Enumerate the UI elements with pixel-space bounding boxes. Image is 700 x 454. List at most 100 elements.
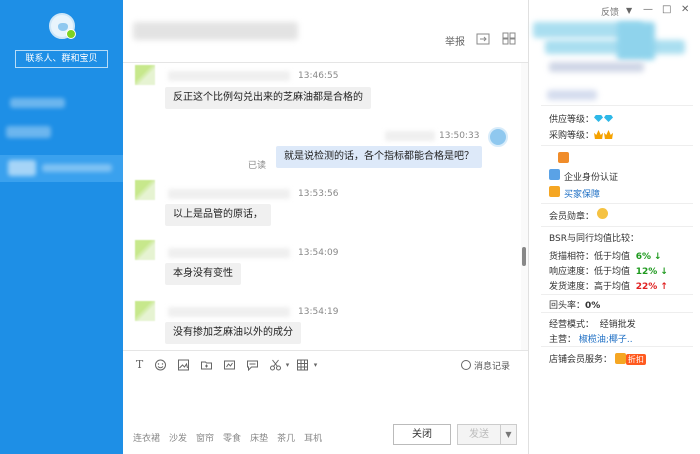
message-input[interactable]: 连衣裙 沙发 窗帘 零食 床垫 茶几 耳机 关闭 发送 ▼ <box>123 376 528 454</box>
quick-tag[interactable]: 耳机 <box>304 434 322 444</box>
emoji-icon[interactable] <box>154 359 167 371</box>
quick-tag[interactable]: 零食 <box>223 434 241 444</box>
minimize-icon[interactable]: — <box>643 4 653 15</box>
quick-tags: 连衣裙 沙发 窗帘 零食 床垫 茶几 耳机 <box>133 431 331 444</box>
metric-label: 货描相符： <box>549 252 595 262</box>
discount-badge[interactable]: 折扣 <box>625 354 646 365</box>
user-avatar[interactable] <box>49 13 76 39</box>
main-business: 主营： 椒榄油;椰子.. <box>549 332 633 345</box>
contact-preview <box>42 164 112 172</box>
arrow-up-icon: ↑ <box>660 282 668 292</box>
message-time: 13:50:33 <box>439 131 480 141</box>
business-mode: 经营模式： 经销批发 <box>549 317 636 330</box>
read-status: 已读 <box>248 161 267 171</box>
message-bubble: 本身没有变性 <box>165 263 241 285</box>
chat-header: 举报 <box>123 0 528 63</box>
message-scrollbar[interactable] <box>521 63 528 350</box>
contact-avatar <box>135 180 155 200</box>
avatar-face-icon <box>58 23 68 31</box>
arrow-down-icon: ↓ <box>653 252 662 262</box>
chevron-down-icon[interactable]: ▼ <box>500 425 516 444</box>
contacts-sidebar: 联系人、群和宝贝 <box>0 0 123 454</box>
screenshot-icon[interactable] <box>223 359 236 371</box>
message-time: 13:46:55 <box>298 71 339 81</box>
buyer-protection-icon <box>549 186 560 197</box>
message-bubble: 没有掺加芝麻油以外的成分 <box>165 322 301 344</box>
divider <box>541 226 693 227</box>
metric-row: 发货速度：高于均值 22% ↑ <box>549 279 668 292</box>
business-mode-label: 经营模式： <box>549 320 595 330</box>
contact-item-selected[interactable] <box>0 155 123 182</box>
metric-label: 响应速度： <box>549 267 595 277</box>
close-button[interactable]: 关闭 <box>393 424 451 445</box>
contact-search-field[interactable]: 联系人、群和宝贝 <box>15 50 108 68</box>
chevron-down-icon[interactable]: ▾ <box>281 359 294 371</box>
message-bubble-icon[interactable] <box>246 359 259 371</box>
maximize-icon[interactable]: □ <box>662 4 671 15</box>
divider <box>541 294 693 295</box>
message-history-button[interactable]: 消息记录 <box>461 359 510 372</box>
history-label: 消息记录 <box>474 362 511 372</box>
seller-logo <box>617 22 655 60</box>
quick-tag[interactable]: 连衣裙 <box>133 434 160 444</box>
folder-icon[interactable] <box>200 359 213 371</box>
divider <box>541 312 693 313</box>
quick-tag[interactable]: 茶几 <box>277 434 295 444</box>
buyer-protection-link[interactable]: 买家保障 <box>564 187 600 200</box>
bsr-title: BSR与同行均值比较： <box>549 234 639 244</box>
divider <box>541 346 693 347</box>
contact-item[interactable] <box>6 126 51 138</box>
input-toolbar: T ▾ ▾ 消息记录 <box>123 350 528 376</box>
window-topbar: 反馈 ▼ — □ ✕ <box>529 0 700 22</box>
store-member-label: 店铺会员服务： <box>549 355 613 365</box>
message-list[interactable]: 13:46:55 反正这个比例勾兑出来的芝麻油都是合格的 13:50:33 已读… <box>123 63 521 350</box>
report-button[interactable]: 举报 <box>445 33 465 48</box>
image-icon[interactable] <box>177 359 190 371</box>
table-icon[interactable] <box>296 359 309 371</box>
repeat-rate-label: 回头率： <box>549 301 586 311</box>
contact-item[interactable] <box>10 98 65 108</box>
quick-tag[interactable]: 窗帘 <box>196 434 214 444</box>
chat-contact-name <box>133 22 298 40</box>
business-mode-value: 经销批发 <box>599 320 636 330</box>
metric-value: 22% <box>635 282 658 292</box>
divider <box>541 145 693 146</box>
dropdown-arrow-icon[interactable]: ▼ <box>626 6 632 15</box>
apps-grid-icon[interactable] <box>502 32 516 45</box>
main-business-label: 主营： <box>549 335 577 345</box>
enterprise-cert[interactable]: 企业身份认证 <box>564 170 618 183</box>
main-business-link[interactable]: 椒榄油;椰子.. <box>579 335 633 345</box>
send-label: 发送 <box>469 429 489 440</box>
quick-tag[interactable]: 沙发 <box>169 434 187 444</box>
purchase-level-label: 采购等级： <box>549 131 595 141</box>
divider <box>541 203 693 204</box>
scrollbar-thumb[interactable] <box>522 247 526 266</box>
font-icon[interactable]: T <box>133 359 146 371</box>
share-icon[interactable] <box>476 32 490 45</box>
seller-info-panel: 反馈 ▼ — □ ✕ 供应等级： 采购等级： 企业身份认证 买家保障 会员勋章：… <box>528 0 700 454</box>
contact-name <box>8 160 36 176</box>
feedback-link[interactable]: 反馈 <box>601 5 619 18</box>
metric-label: 发货速度： <box>549 282 595 292</box>
sender-name <box>168 189 290 199</box>
quick-tag[interactable]: 床垫 <box>250 434 268 444</box>
diamond-icon <box>604 115 614 122</box>
send-button[interactable]: 发送 ▼ <box>457 424 517 445</box>
member-badge-label: 会员勋章： <box>549 212 595 222</box>
message-time: 13:54:19 <box>298 307 339 317</box>
metric-compare: 高于均值 <box>594 282 631 292</box>
metric-value: 6% <box>635 252 652 262</box>
contact-avatar <box>135 301 155 321</box>
chevron-down-icon[interactable]: ▾ <box>309 359 322 371</box>
metric-row: 响应速度：低于均值 12% ↓ <box>549 264 668 277</box>
message-bubble: 反正这个比例勾兑出来的芝麻油都是合格的 <box>165 87 371 109</box>
supply-level: 供应等级： <box>549 112 614 125</box>
message-time: 13:53:56 <box>298 189 339 199</box>
close-icon[interactable]: ✕ <box>681 4 689 15</box>
arrow-down-icon: ↓ <box>660 267 668 277</box>
bag-icon <box>614 353 626 364</box>
divider <box>541 105 693 106</box>
purchase-level: 采购等级： <box>549 128 614 141</box>
metric-compare: 低于均值 <box>594 267 631 277</box>
sender-name <box>168 248 290 258</box>
